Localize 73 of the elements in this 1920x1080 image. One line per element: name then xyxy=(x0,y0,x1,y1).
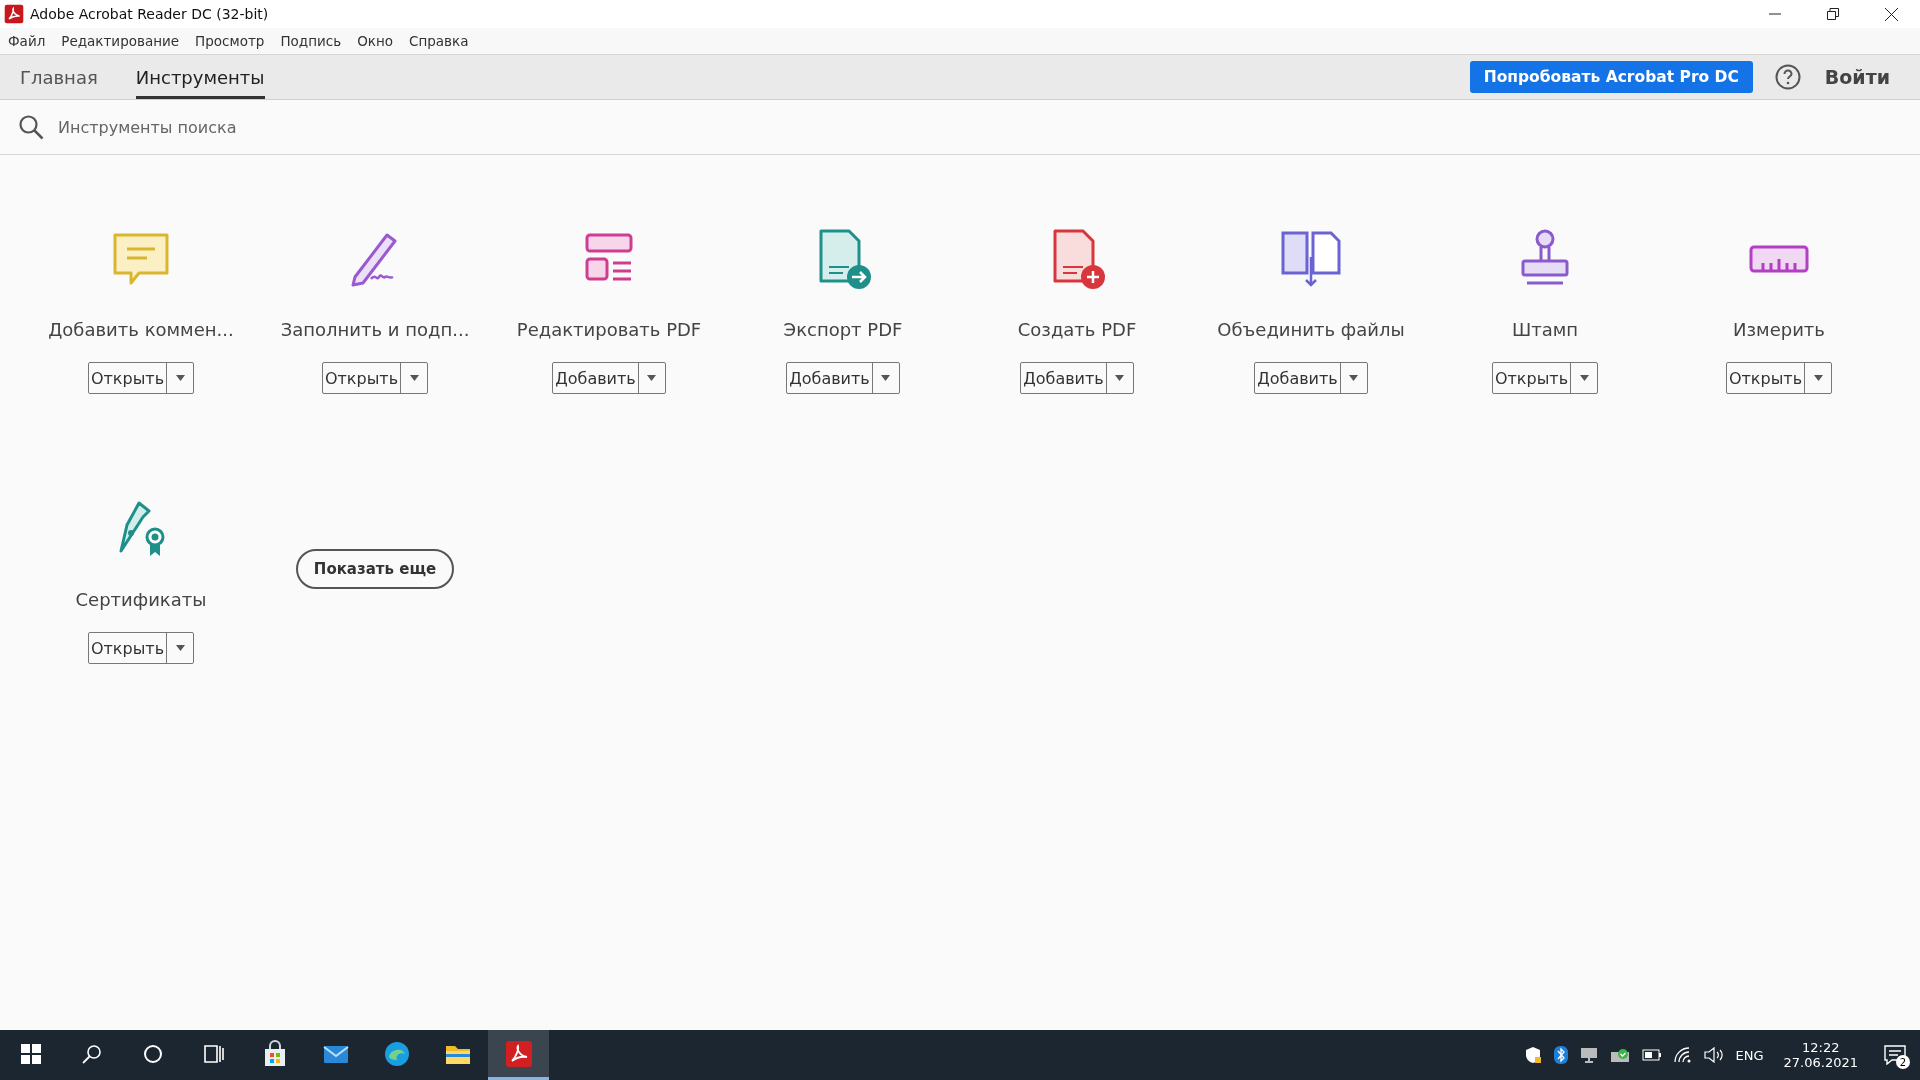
split-button[interactable]: Открыть xyxy=(1725,362,1833,394)
clock-time[interactable]: 12:22 xyxy=(1802,1040,1840,1055)
wifi-icon[interactable] xyxy=(1673,1047,1692,1063)
bluetooth-icon[interactable] xyxy=(1553,1046,1568,1064)
tool-name: Заполнить и подп... xyxy=(280,319,470,340)
split-button[interactable]: Открыть xyxy=(321,362,429,394)
tool-name: Сертификаты xyxy=(75,589,207,610)
tool-action-button[interactable]: Открыть xyxy=(1726,363,1806,393)
tool-action-button[interactable]: Добавить xyxy=(1021,363,1107,393)
tool-name: Создать PDF xyxy=(1017,319,1137,340)
menu-item[interactable]: Окно xyxy=(357,33,393,49)
caret-icon xyxy=(409,375,419,381)
tool-action-button[interactable]: Открыть xyxy=(322,363,402,393)
sign-in-button[interactable]: Войти xyxy=(1824,66,1890,88)
tool-action-button[interactable]: Добавить xyxy=(787,363,873,393)
caret-icon xyxy=(1349,375,1359,381)
clock-date[interactable]: 27.06.2021 xyxy=(1783,1055,1858,1070)
tool-name: Штамп xyxy=(1511,319,1579,340)
caret-icon xyxy=(1579,375,1589,381)
search-icon xyxy=(81,1043,102,1064)
split-button[interactable]: Открыть xyxy=(1491,362,1599,394)
notification-icon[interactable] xyxy=(1884,1045,1906,1065)
windows-logo-icon xyxy=(20,1043,41,1064)
app-logo-icon xyxy=(4,4,24,24)
monitor-icon[interactable] xyxy=(1579,1047,1598,1063)
menu-item[interactable]: Подпись xyxy=(280,33,342,49)
caret-icon xyxy=(647,375,657,381)
circle-icon xyxy=(142,1043,163,1064)
help-icon[interactable] xyxy=(1774,64,1801,90)
show-more-button[interactable]: Показать еще xyxy=(296,549,454,589)
window-title: Adobe Acrobat Reader DC (32-bit) xyxy=(30,6,270,22)
menu-item[interactable]: Файл xyxy=(8,33,46,49)
pdf-app-icon[interactable] xyxy=(504,1039,533,1068)
language-indicator[interactable]: ENG xyxy=(1735,1047,1764,1063)
tool-name: Добавить коммен... xyxy=(48,319,234,340)
search-icon xyxy=(18,114,44,140)
restore-icon xyxy=(1827,8,1839,20)
caret-icon xyxy=(1813,375,1823,381)
split-button[interactable]: Добавить xyxy=(1254,362,1368,394)
split-button[interactable]: Открыть xyxy=(87,632,195,664)
check-drive-icon[interactable] xyxy=(1609,1047,1630,1063)
tab[interactable]: Главная xyxy=(20,55,98,99)
tool-action-button[interactable]: Открыть xyxy=(88,633,168,663)
taskbar-app[interactable] xyxy=(488,1030,549,1080)
tool-action-button[interactable]: Добавить xyxy=(553,363,639,393)
search-field[interactable]: Инструменты поиска xyxy=(56,116,460,138)
swirl-icon[interactable] xyxy=(382,1039,411,1068)
caret-icon xyxy=(1115,375,1125,381)
menu-item[interactable]: Справка xyxy=(409,33,469,49)
menu-item[interactable]: Редактирование xyxy=(61,33,180,49)
split-button[interactable]: Добавить xyxy=(552,362,666,394)
menu-item[interactable]: Просмотр xyxy=(195,33,265,49)
tool-action-button[interactable]: Открыть xyxy=(88,363,168,393)
caret-icon xyxy=(175,375,185,381)
notification-count: 2 xyxy=(1896,1055,1910,1069)
tool-action-button[interactable]: Добавить xyxy=(1255,363,1341,393)
caret-icon xyxy=(881,375,891,381)
split-button[interactable]: Добавить xyxy=(786,362,900,394)
task-view-icon xyxy=(203,1043,224,1064)
shield-icon[interactable] xyxy=(1523,1046,1542,1064)
tool-name: Экспорт PDF xyxy=(783,319,903,340)
minimize-icon xyxy=(1769,13,1781,15)
battery-icon[interactable] xyxy=(1641,1049,1662,1061)
try-pro-button[interactable]: Попробовать Acrobat Pro DC xyxy=(1469,61,1753,93)
tool-name: Объединить файлы xyxy=(1217,319,1405,340)
tool-action-button[interactable]: Открыть xyxy=(1492,363,1572,393)
close-icon xyxy=(1884,7,1898,21)
split-button[interactable]: Добавить xyxy=(1020,362,1134,394)
volume-icon[interactable] xyxy=(1703,1047,1724,1063)
caret-icon xyxy=(175,645,185,651)
split-button[interactable]: Открыть xyxy=(87,362,195,394)
tool-name: Редактировать PDF xyxy=(516,319,702,340)
tool-name: Измерить xyxy=(1733,319,1825,340)
